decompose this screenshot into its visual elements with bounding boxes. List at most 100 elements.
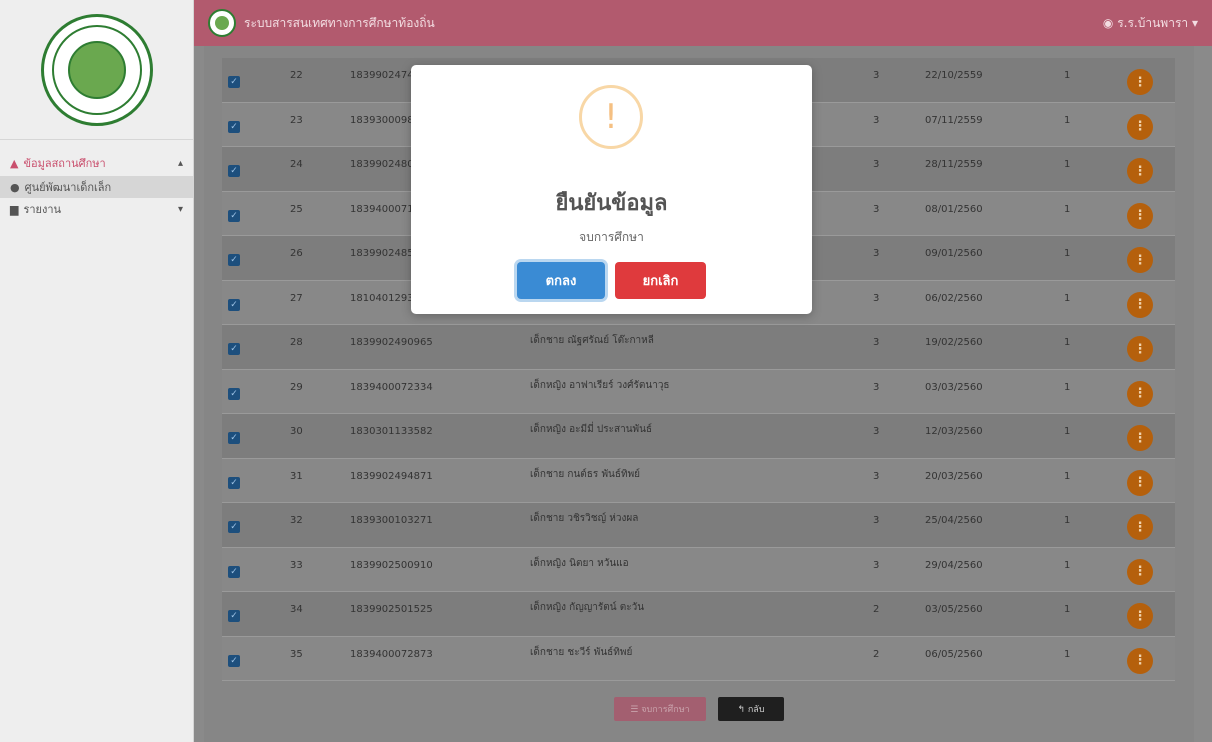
row-checkbox[interactable]: ✓ bbox=[228, 565, 240, 578]
cell-level: 3 bbox=[873, 292, 880, 304]
finish-study-button[interactable]: ☰ จบการศึกษา bbox=[614, 697, 706, 721]
row-action-button[interactable]: ⋮ bbox=[1127, 247, 1153, 273]
dialog-actions: ตกลง ยกเลิก bbox=[517, 262, 706, 299]
cell-level: 3 bbox=[873, 337, 880, 348]
cell-number: 26 bbox=[290, 248, 303, 259]
caret-down-icon: ▾ bbox=[1191, 15, 1198, 30]
row-action-button[interactable]: ⋮ bbox=[1127, 425, 1153, 451]
cancel-button[interactable]: ยกเลิก bbox=[615, 262, 706, 299]
cell-date: 22/10/2559 bbox=[925, 70, 983, 81]
cell-id: 1839902501525 bbox=[350, 604, 433, 615]
cell-date: 29/04/2560 bbox=[925, 559, 983, 571]
cell-date: 08/01/2560 bbox=[925, 203, 983, 215]
row-action-button[interactable]: ⋮ bbox=[1127, 558, 1153, 585]
table-row: ✓ 30 1830301133582 เด็กหญิง อะมีมี่ ประสานพ… bbox=[222, 414, 1175, 459]
table-row: ✓ 31 1839902494871 เด็กชาย กนต์ธร พันธ์ทิพย… bbox=[222, 458, 1175, 503]
cell-id: 1830301133582 bbox=[350, 426, 433, 437]
row-checkbox[interactable]: ✓ bbox=[228, 343, 240, 355]
sidebar-nav: ▲ ข้อมูลสถานศึกษา ▴ ● ศูนย์พัฒนาเด็กเล็ก… bbox=[0, 140, 193, 220]
cell-id: 1839902494871 bbox=[350, 470, 433, 482]
row-checkbox[interactable]: ✓ bbox=[228, 254, 240, 266]
row-checkbox[interactable]: ✓ bbox=[228, 654, 240, 667]
cell-number: 28 bbox=[290, 337, 303, 348]
dialog-message: จบการศึกษา bbox=[579, 230, 644, 244]
row-action-button[interactable]: ⋮ bbox=[1127, 603, 1153, 629]
row-checkbox[interactable]: ✓ bbox=[228, 209, 240, 222]
row-checkbox[interactable]: ✓ bbox=[228, 476, 240, 489]
ok-button[interactable]: ตกลง bbox=[517, 262, 605, 299]
cell-term: 1 bbox=[1064, 604, 1071, 615]
sidebar-item-report[interactable]: ▆ รายงาน ▾ bbox=[0, 198, 193, 220]
cell-level: 3 bbox=[873, 70, 880, 81]
cell-date: 03/05/2560 bbox=[925, 604, 983, 615]
row-action-button[interactable]: ⋮ bbox=[1127, 380, 1153, 407]
cell-level: 3 bbox=[873, 114, 880, 126]
cell-id: 1839902490965 bbox=[350, 337, 433, 348]
row-checkbox[interactable]: ✓ bbox=[228, 76, 240, 88]
graduation-cap-icon: ▲ bbox=[10, 156, 19, 170]
sidebar-item-childcare[interactable]: ● ศูนย์พัฒนาเด็กเล็ก bbox=[0, 176, 193, 198]
table-row: ✓ 35 1839400072873 เด็กชาย ชะวีร์ พันธ์ทิพย… bbox=[222, 636, 1175, 681]
back-button[interactable]: ↰ กลับ bbox=[718, 697, 784, 721]
cell-term: 1 bbox=[1064, 559, 1071, 571]
cell-number: 34 bbox=[290, 604, 303, 615]
sidebar-item-school-info[interactable]: ▲ ข้อมูลสถานศึกษา ▴ bbox=[0, 150, 193, 176]
cell-level: 3 bbox=[873, 515, 880, 526]
row-checkbox[interactable]: ✓ bbox=[228, 432, 240, 444]
row-checkbox[interactable]: ✓ bbox=[228, 387, 240, 400]
row-checkbox[interactable]: ✓ bbox=[228, 610, 240, 622]
cell-level: 3 bbox=[873, 381, 880, 393]
cell-number: 27 bbox=[290, 292, 303, 304]
row-checkbox[interactable]: ✓ bbox=[228, 521, 240, 533]
dialog-title: ยืนยันข้อมูล bbox=[555, 191, 668, 216]
row-action-button[interactable]: ⋮ bbox=[1127, 336, 1153, 362]
row-action-button[interactable]: ⋮ bbox=[1127, 158, 1153, 184]
department-logo bbox=[40, 13, 153, 126]
cell-date: 20/03/2560 bbox=[925, 470, 983, 482]
row-action-button[interactable]: ⋮ bbox=[1127, 202, 1153, 229]
scrollbar-track[interactable] bbox=[1194, 46, 1212, 742]
cell-level: 2 bbox=[873, 648, 880, 660]
bullet-icon: ● bbox=[10, 180, 20, 194]
sidebar-item-label: ศูนย์พัฒนาเด็กเล็ก bbox=[24, 181, 112, 194]
bottom-actions: ☰ จบการศึกษา ↰ กลับ bbox=[204, 697, 1194, 721]
cell-term: 1 bbox=[1064, 337, 1071, 348]
cell-date: 06/02/2560 bbox=[925, 292, 983, 304]
cell-number: 29 bbox=[290, 381, 303, 393]
cell-date: 06/05/2560 bbox=[925, 648, 983, 660]
document-icon: ▆ bbox=[10, 202, 19, 216]
cell-term: 1 bbox=[1064, 470, 1071, 482]
row-checkbox[interactable]: ✓ bbox=[228, 298, 240, 311]
cell-name: เด็กชาย วชิรวิชญ์ ห่วงผล bbox=[530, 513, 639, 524]
cell-name: เด็กชาย ณัฐศรัณย์ โต๊ะกาหลี bbox=[530, 335, 654, 346]
cell-level: 3 bbox=[873, 159, 880, 170]
row-action-button[interactable]: ⋮ bbox=[1127, 69, 1153, 95]
cell-number: 30 bbox=[290, 426, 303, 437]
row-action-button[interactable]: ⋮ bbox=[1127, 291, 1153, 318]
cell-term: 1 bbox=[1064, 292, 1071, 304]
table-row: ✓ 28 1839902490965 เด็กชาย ณัฐศรัณย์ โต๊ะกา… bbox=[222, 325, 1175, 370]
cell-date: 12/03/2560 bbox=[925, 426, 983, 437]
cell-term: 1 bbox=[1064, 426, 1071, 437]
user-menu[interactable]: ◉ ร.ร.บ้านพารา ▾ bbox=[1103, 14, 1198, 33]
table-row: ✓ 32 1839300103271 เด็กชาย วชิรวิชญ์ ห่วงผล… bbox=[222, 503, 1175, 548]
user-name: ร.ร.บ้านพารา bbox=[1117, 15, 1189, 30]
row-action-button[interactable]: ⋮ bbox=[1127, 514, 1153, 540]
cell-id: 1839300103271 bbox=[350, 515, 433, 526]
row-checkbox[interactable]: ✓ bbox=[228, 120, 240, 133]
logo-area bbox=[0, 0, 193, 140]
cell-name: เด็กชาย ชะวีร์ พันธ์ทิพย์ bbox=[530, 646, 633, 658]
row-action-button[interactable]: ⋮ bbox=[1127, 469, 1153, 496]
cell-date: 09/01/2560 bbox=[925, 248, 983, 259]
cell-level: 3 bbox=[873, 248, 880, 259]
row-action-button[interactable]: ⋮ bbox=[1127, 113, 1153, 140]
chevron-up-icon: ▴ bbox=[177, 157, 183, 169]
cell-name: เด็กหญิง กัญญารัตน์ ตะวัน bbox=[530, 602, 645, 613]
row-checkbox[interactable]: ✓ bbox=[228, 165, 240, 177]
row-action-button[interactable]: ⋮ bbox=[1127, 647, 1153, 674]
cell-date: 07/11/2559 bbox=[925, 114, 983, 126]
cell-date: 28/11/2559 bbox=[925, 159, 983, 170]
cell-number: 31 bbox=[290, 470, 303, 482]
cell-number: 22 bbox=[290, 70, 303, 81]
cell-date: 19/02/2560 bbox=[925, 337, 983, 348]
